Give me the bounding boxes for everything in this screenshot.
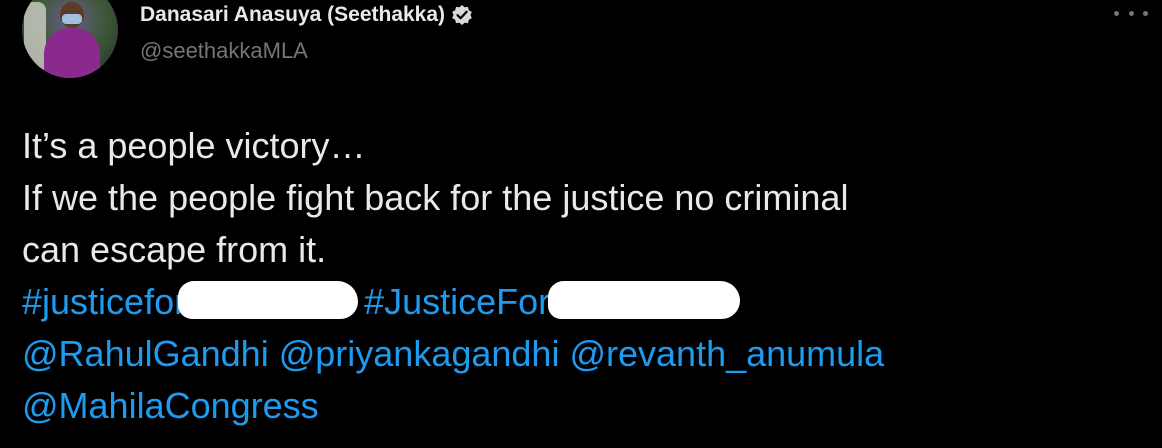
mentions-line: @MahilaCongress [22,380,1142,432]
avatar-figure-mask [62,14,82,24]
more-dot [1128,10,1134,16]
author-display-name[interactable]: Danasari Anasuya (Seethakka) [140,3,445,27]
hashtag-justicefor[interactable]: #justicefor [22,281,186,322]
tweet: Danasari Anasuya (Seethakka) @seethakkaM… [0,0,1162,448]
mentions-line: @RahulGandhi @priyankagandhi @revanth_an… [22,328,1142,380]
more-dot [1114,10,1119,16]
mention-rahulgandhi[interactable]: @RahulGandhi [22,333,269,374]
more-options-icon[interactable] [1114,2,1148,24]
tweet-text: It’s a people victory… If we the people … [22,120,1142,432]
more-dot [1143,10,1148,16]
avatar[interactable] [22,0,118,78]
mention-priyankagandhi[interactable]: @priyankagandhi [279,333,560,374]
name-row: Danasari Anasuya (Seethakka) [140,0,473,30]
author-handle[interactable]: @seethakkaMLA [140,38,473,64]
hashtag-line: #justicefor #JusticeFor [22,276,1142,328]
avatar-background-figure [24,2,46,72]
redaction-mark [178,281,359,320]
redaction-mark [548,281,741,320]
verified-badge-icon [451,4,473,26]
tweet-line: If we the people fight back for the just… [22,177,849,218]
tweet-line: can escape from it. [22,229,327,270]
mention-revanth-anumula[interactable]: @revanth_anumula [569,333,884,374]
tweet-line: It’s a people victory… [22,125,366,166]
mention-mahilacongress[interactable]: @MahilaCongress [22,385,319,426]
hashtag-justicefor-2[interactable]: #JusticeFor [364,281,550,322]
avatar-figure-body [44,28,100,78]
tweet-header: Danasari Anasuya (Seethakka) @seethakkaM… [140,0,473,64]
